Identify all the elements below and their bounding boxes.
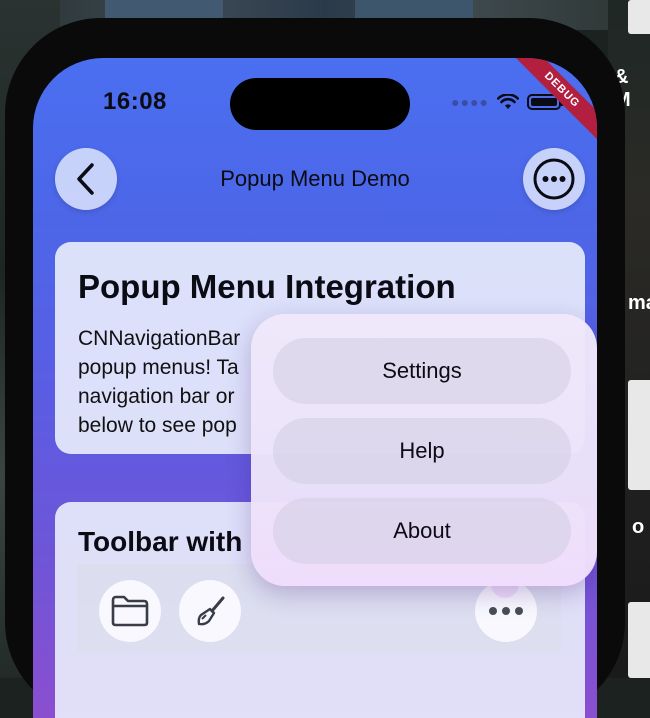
wifi-icon xyxy=(497,94,519,109)
card-body: CNNavigationBar popup menus! Ta navigati… xyxy=(78,324,240,440)
menu-item-help[interactable]: Help xyxy=(273,418,571,484)
folder-icon xyxy=(111,595,149,627)
background-card xyxy=(628,0,650,34)
more-button[interactable] xyxy=(523,148,585,210)
phone-frame: 16:08 ●●●● DEBUG Popup Menu Demo Popup M… xyxy=(5,18,625,718)
card-body-line: below to see pop xyxy=(78,414,237,437)
status-icons: ●●●● xyxy=(451,94,564,110)
signal-icon: ●●●● xyxy=(451,94,489,110)
popup-menu: Settings Help About xyxy=(251,314,597,586)
ellipsis-icon xyxy=(489,607,523,615)
menu-item-about[interactable]: About xyxy=(273,498,571,564)
background-card xyxy=(628,602,650,678)
dynamic-island xyxy=(230,78,410,130)
background-card xyxy=(628,380,650,490)
background-text: o xyxy=(632,516,645,538)
ellipsis-circle-icon xyxy=(533,158,575,200)
card-title: Popup Menu Integration xyxy=(78,268,456,305)
paintbrush-icon xyxy=(197,596,225,626)
background-block xyxy=(355,0,473,18)
app-screen: 16:08 ●●●● DEBUG Popup Menu Demo Popup M… xyxy=(33,58,597,718)
page-title: Popup Menu Demo xyxy=(220,166,410,191)
paintbrush-button[interactable] xyxy=(179,580,241,642)
card-body-line: popup menus! Ta xyxy=(78,356,239,379)
menu-item-settings[interactable]: Settings xyxy=(273,338,571,404)
status-time: 16:08 xyxy=(103,88,167,115)
folder-button[interactable] xyxy=(99,580,161,642)
card-title: Toolbar with xyxy=(78,526,243,557)
background-text: ma xyxy=(628,292,650,314)
background-block xyxy=(105,0,223,18)
card-body-line: navigation bar or xyxy=(78,385,235,408)
card-body-line: CNNavigationBar xyxy=(78,327,241,350)
